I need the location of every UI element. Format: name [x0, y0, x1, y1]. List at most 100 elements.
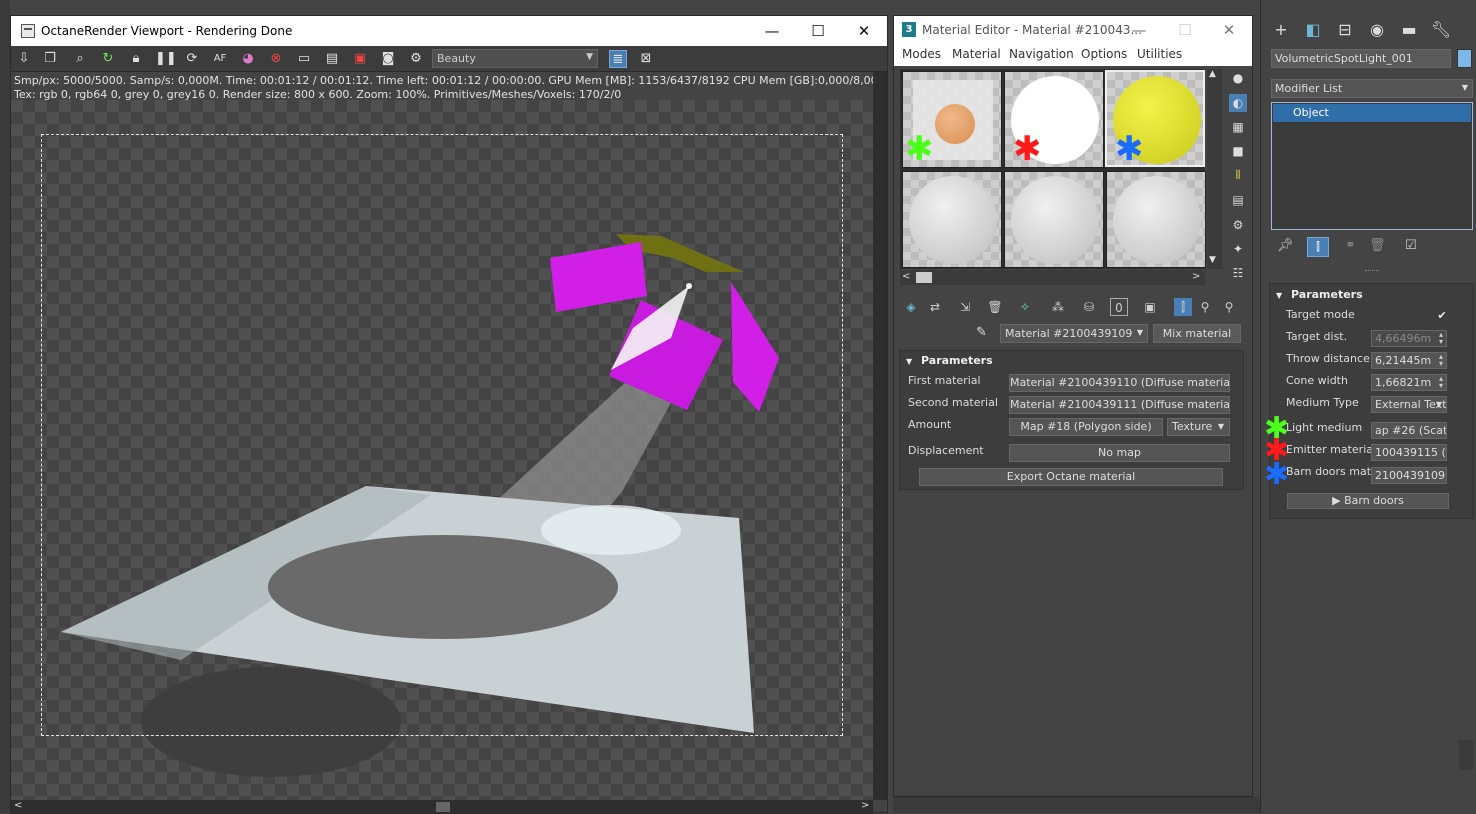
- material-type-button[interactable]: Mix material: [1153, 324, 1241, 343]
- scroll-thumb[interactable]: [436, 802, 450, 812]
- sample-type-sphere-icon[interactable]: ●: [1229, 69, 1247, 87]
- cone-width-spinner[interactable]: 1,66821m ▴ ▾: [1371, 374, 1447, 391]
- material-slot-3-active[interactable]: ✱: [1105, 70, 1205, 167]
- select-by-material-icon[interactable]: ✦: [1229, 240, 1247, 258]
- remove-modifier-icon[interactable]: 🗑︎: [1369, 238, 1387, 256]
- first-material-button[interactable]: Material #2100439110 (Diffuse material): [1009, 374, 1230, 392]
- menu-material[interactable]: Material: [952, 47, 1001, 61]
- go-to-parent-icon[interactable]: ⚲: [1196, 298, 1214, 316]
- utilities-tab-wrench-icon[interactable]: 🔧︎: [1429, 19, 1453, 41]
- material-name-field[interactable]: Material #2100439109 ▼: [1000, 324, 1148, 343]
- camera-icon[interactable]: ◙: [379, 50, 397, 68]
- close-icon[interactable]: ✕: [1206, 15, 1252, 45]
- scroll-right-icon[interactable]: >: [1192, 271, 1200, 282]
- second-material-button[interactable]: Material #2100439111 (Diffuse material): [1009, 396, 1230, 414]
- amount-type-select[interactable]: Texture ▼: [1167, 418, 1230, 436]
- background-checker-icon[interactable]: ▦: [1229, 118, 1247, 136]
- material-slot-4[interactable]: [902, 171, 1002, 268]
- panel-scrollbar[interactable]: [1459, 740, 1473, 770]
- close-icon[interactable]: ✕: [841, 16, 887, 46]
- vertical-scrollbar[interactable]: [873, 72, 887, 800]
- scroll-left-icon[interactable]: <: [902, 271, 910, 282]
- put-to-library-icon[interactable]: ⛁: [1080, 298, 1098, 316]
- displacement-button[interactable]: No map: [1009, 444, 1230, 462]
- get-material-icon[interactable]: ◈: [902, 298, 920, 316]
- make-unique-icon[interactable]: ✧: [1016, 298, 1034, 316]
- menu-utilities[interactable]: Utilities: [1137, 47, 1182, 61]
- menu-navigation[interactable]: Navigation: [1009, 47, 1074, 61]
- hierarchy-tab-icon[interactable]: ⊟: [1333, 19, 1357, 41]
- light-medium-button[interactable]: ap #26 (Scatteri: [1371, 422, 1447, 439]
- target-dist-spinner[interactable]: 4,66496m ▴ ▾: [1371, 330, 1447, 347]
- list-view-icon[interactable]: ≣: [609, 50, 627, 68]
- motion-tab-icon[interactable]: ◉: [1365, 19, 1389, 41]
- show-end-result-icon[interactable]: ⫿: [1174, 298, 1192, 316]
- restart-render-icon[interactable]: ↻: [99, 50, 117, 68]
- focus-picker-icon[interactable]: AF: [211, 50, 229, 68]
- backlight-icon[interactable]: ◐: [1229, 94, 1247, 112]
- slots-vertical-scrollbar[interactable]: ▲ ▼: [1207, 69, 1222, 269]
- material-editor-titlebar[interactable]: 3 Material Editor - Material #210043... …: [894, 16, 1252, 44]
- sample-uv-tiling-icon[interactable]: ■: [1229, 142, 1247, 160]
- settings-gear-icon[interactable]: ⚙: [407, 50, 425, 68]
- scroll-down-icon[interactable]: ▼: [1209, 255, 1216, 265]
- configure-modifier-sets-icon[interactable]: ☑: [1405, 238, 1423, 256]
- eyedropper-icon[interactable]: ✎: [976, 325, 994, 343]
- film-region-icon[interactable]: ▤: [323, 50, 341, 68]
- lock-icon[interactable]: 🔒︎: [127, 50, 145, 68]
- color-picker-icon[interactable]: ◕: [239, 50, 257, 68]
- material-slot-2[interactable]: ✱: [1004, 71, 1104, 168]
- scroll-left-icon[interactable]: <: [14, 800, 22, 811]
- object-name-field[interactable]: VolumetricSpotLight_001: [1271, 49, 1451, 68]
- show-shaded-icon[interactable]: ▣: [1141, 298, 1159, 316]
- menu-options[interactable]: Options: [1081, 47, 1127, 61]
- emitter-material-button[interactable]: 100439115 (Diff: [1371, 444, 1447, 461]
- minimize-icon[interactable]: —: [1116, 15, 1162, 45]
- medium-type-select[interactable]: External Text ▼: [1371, 396, 1447, 413]
- clay-mode-icon[interactable]: ▣: [351, 50, 369, 68]
- pin-stack-icon[interactable]: 📌︎: [1277, 238, 1295, 256]
- barn-doors-rollout-button[interactable]: ▶ Barn doors: [1287, 493, 1449, 509]
- scroll-thumb[interactable]: [916, 272, 932, 283]
- maximize-icon[interactable]: ☐: [1162, 15, 1208, 45]
- barn-doors-material-button[interactable]: 2100439109 (M: [1371, 467, 1447, 484]
- rollout-title[interactable]: ▼ Parameters: [1276, 288, 1363, 301]
- material-picker-icon[interactable]: ⊗: [267, 50, 285, 68]
- make-preview-icon[interactable]: ▤: [1229, 191, 1247, 209]
- put-to-scene-icon[interactable]: ⇄: [926, 298, 944, 316]
- pause-icon[interactable]: ❚❚: [155, 50, 177, 68]
- rollout-title[interactable]: ▼ Parameters: [906, 354, 993, 367]
- menu-modes[interactable]: Modes: [902, 47, 941, 61]
- material-slot-5[interactable]: [1004, 171, 1104, 268]
- make-copy-icon[interactable]: ⁂: [1049, 298, 1067, 316]
- display-tab-icon[interactable]: ▬: [1397, 19, 1421, 41]
- material-slot-6[interactable]: [1106, 171, 1206, 268]
- video-color-check-icon[interactable]: ⦀: [1229, 166, 1247, 184]
- scroll-up-icon[interactable]: ▲: [1209, 69, 1216, 79]
- material-map-navigator-icon[interactable]: ☷: [1229, 264, 1247, 282]
- copy-icon[interactable]: ❐: [41, 50, 59, 68]
- object-color-swatch[interactable]: [1457, 49, 1472, 68]
- throw-distance-spinner[interactable]: 6,21445m ▴ ▾: [1371, 352, 1447, 369]
- stack-item-object[interactable]: Object: [1273, 104, 1471, 122]
- scroll-right-icon[interactable]: >: [861, 800, 869, 811]
- save-render-icon[interactable]: ⇩: [15, 50, 33, 68]
- amount-map-button[interactable]: Map #18 (Polygon side): [1009, 418, 1163, 436]
- assign-to-selection-icon[interactable]: ⇲: [956, 298, 974, 316]
- export-octane-material-button[interactable]: Export Octane material: [919, 468, 1223, 486]
- target-mode-checkbox[interactable]: ✔: [1436, 310, 1448, 322]
- delete-icon[interactable]: 🗑︎: [986, 298, 1004, 316]
- region-render-icon[interactable]: ▭: [295, 50, 313, 68]
- show-end-result-icon[interactable]: ⫿: [1307, 237, 1329, 257]
- image-view-icon[interactable]: ⊠: [637, 50, 655, 68]
- modifier-list-dropdown[interactable]: Modifier List ▼: [1271, 79, 1473, 98]
- render-pass-select[interactable]: Beauty ▼: [432, 49, 598, 68]
- make-unique-icon[interactable]: ⚭: [1345, 238, 1363, 256]
- minimize-icon[interactable]: —: [749, 16, 795, 46]
- modify-tab-icon[interactable]: ◧: [1301, 19, 1325, 41]
- slots-horizontal-scrollbar[interactable]: < >: [900, 270, 1205, 285]
- options-icon[interactable]: ⚙: [1229, 216, 1247, 234]
- material-slot-1[interactable]: ✱: [902, 71, 1002, 168]
- maximize-icon[interactable]: ☐: [795, 16, 841, 46]
- render-canvas[interactable]: [11, 100, 873, 800]
